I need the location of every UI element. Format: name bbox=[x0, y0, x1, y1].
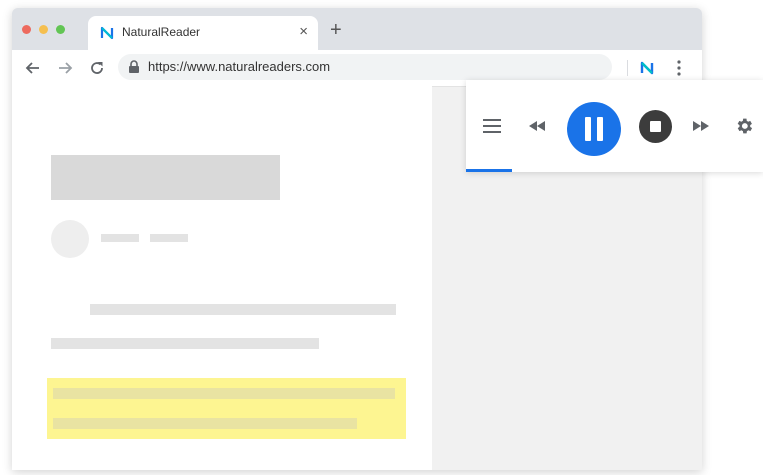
text-line-placeholder bbox=[51, 338, 319, 349]
highlighted-text-line bbox=[53, 388, 395, 399]
back-arrow-icon[interactable] bbox=[24, 59, 42, 77]
naturalreader-extension-icon[interactable] bbox=[639, 60, 655, 76]
stop-icon bbox=[650, 121, 661, 132]
menu-icon[interactable] bbox=[482, 117, 502, 135]
close-window-button[interactable] bbox=[22, 25, 31, 34]
page-content bbox=[12, 86, 432, 470]
fast-forward-icon[interactable] bbox=[690, 118, 712, 134]
naturalreader-logo-icon bbox=[100, 26, 114, 40]
gear-icon[interactable] bbox=[734, 116, 754, 136]
article-title-placeholder bbox=[51, 155, 280, 200]
tab-title: NaturalReader bbox=[122, 25, 201, 39]
tab-bar: NaturalReader × + bbox=[12, 8, 702, 50]
naturalreader-player bbox=[466, 80, 763, 172]
avatar bbox=[51, 220, 89, 258]
reload-icon[interactable] bbox=[88, 59, 106, 77]
lock-icon bbox=[129, 60, 139, 73]
text-line-placeholder bbox=[90, 304, 396, 315]
tab-naturalreader[interactable]: NaturalReader × bbox=[88, 16, 318, 50]
player-progress-indicator bbox=[466, 169, 512, 172]
browser-window: NaturalReader × + https://www.naturalrea… bbox=[12, 8, 702, 470]
date-meta-placeholder bbox=[150, 234, 188, 242]
pause-button[interactable] bbox=[567, 102, 621, 156]
read-aloud-highlight bbox=[47, 378, 406, 439]
stop-button[interactable] bbox=[639, 110, 672, 143]
maximize-window-button[interactable] bbox=[56, 25, 65, 34]
tab-close-button[interactable]: × bbox=[299, 23, 308, 41]
author-meta-placeholder bbox=[101, 234, 139, 242]
highlighted-text-line bbox=[53, 418, 357, 429]
rewind-icon[interactable] bbox=[526, 118, 548, 134]
url-text: https://www.naturalreaders.com bbox=[148, 59, 331, 74]
new-tab-button[interactable]: + bbox=[330, 20, 342, 40]
minimize-window-button[interactable] bbox=[39, 25, 48, 34]
address-bar[interactable]: https://www.naturalreaders.com bbox=[118, 54, 612, 80]
forward-arrow-icon[interactable] bbox=[56, 59, 74, 77]
toolbar-divider bbox=[627, 60, 628, 76]
more-vert-icon[interactable] bbox=[674, 59, 684, 77]
pause-icon bbox=[585, 117, 603, 141]
